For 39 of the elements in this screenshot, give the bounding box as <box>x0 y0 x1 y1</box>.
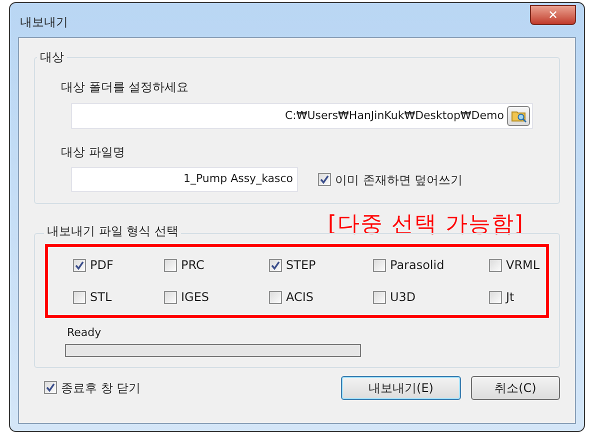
checkmark-icon <box>46 383 55 392</box>
field-label: 대상 폴더를 설정하세요 <box>61 79 190 96</box>
checkbox[interactable] <box>373 258 386 272</box>
checkbox[interactable] <box>373 290 386 304</box>
browse-folder-button[interactable] <box>507 106 530 126</box>
format-checkbox[interactable]: VRML <box>489 256 549 274</box>
checkbox[interactable] <box>73 258 86 272</box>
format-checkbox[interactable]: ACIS <box>269 288 373 306</box>
format-checkbox[interactable]: PRC <box>164 256 269 274</box>
format-checkbox[interactable]: Jt <box>489 288 549 306</box>
field-label: 대상 파일명 <box>61 144 126 161</box>
checkmark-icon <box>320 175 329 184</box>
checkmark-icon <box>271 260 280 270</box>
close-after-checkbox[interactable]: 종료후 창 닫기 <box>44 378 141 396</box>
dialog-button[interactable]: 취소(C) <box>471 376 560 400</box>
format-checkbox[interactable]: IGES <box>164 288 269 306</box>
checkbox[interactable] <box>489 290 502 304</box>
checkmark-icon <box>75 260 84 270</box>
checkbox[interactable] <box>44 381 57 394</box>
status-text: Ready <box>67 325 102 341</box>
file-name-field[interactable]: 1_Pump Assy_kasco <box>71 167 298 192</box>
window-title: 내보내기 <box>19 14 68 31</box>
format-checkbox[interactable]: STEP <box>269 256 373 274</box>
format-checkbox[interactable]: U3D <box>373 288 489 306</box>
format-checkbox[interactable]: STL <box>73 288 164 306</box>
checkbox[interactable] <box>318 173 331 186</box>
group-title: 대상 <box>39 49 65 66</box>
checkbox[interactable] <box>489 258 502 272</box>
format-checkbox[interactable]: PDF <box>73 256 164 274</box>
folder-search-icon <box>510 109 526 123</box>
checkbox[interactable] <box>73 290 86 304</box>
checkbox[interactable] <box>164 290 177 304</box>
checkbox[interactable] <box>269 290 282 304</box>
format-checkbox[interactable]: Parasolid <box>373 256 489 274</box>
checkbox[interactable] <box>164 258 177 272</box>
folder-path-field[interactable]: C:₩Users₩HanJinKuk₩Desktop₩Demo <box>71 103 533 129</box>
overwrite-checkbox[interactable]: 이미 존재하면 덮어쓰기 <box>318 170 463 188</box>
dialog-button[interactable]: 내보내기(E) <box>341 376 461 400</box>
checkbox[interactable] <box>269 258 282 272</box>
